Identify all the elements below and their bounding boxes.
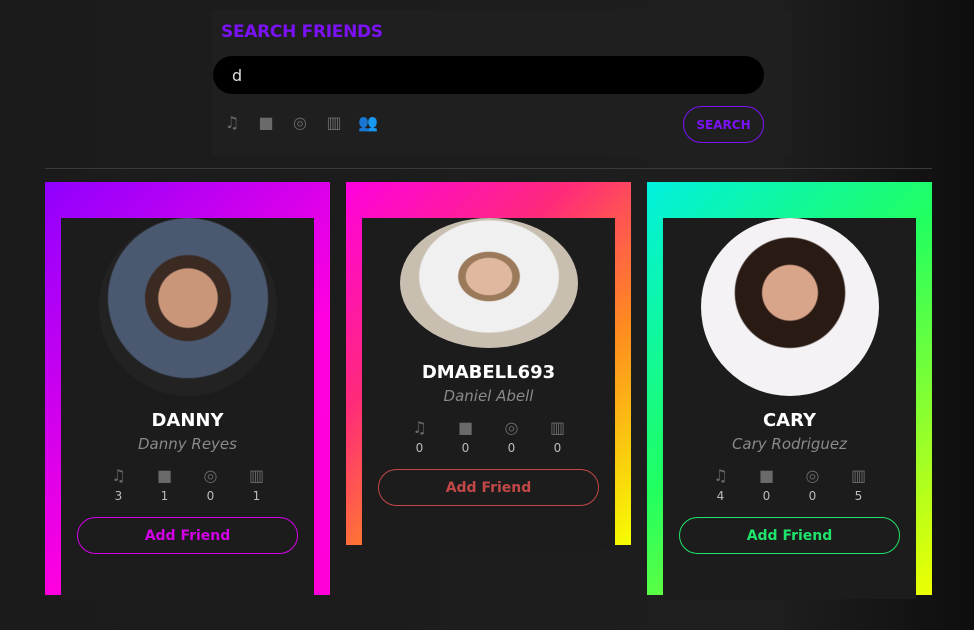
book-icon[interactable]: ▥ [324, 114, 344, 132]
friend-card: DANNY Danny Reyes ♫ 3 ■ 1 ◎ 0 ▥ 1 Add Friend [45, 182, 330, 599]
video-icon: ■ [156, 466, 173, 485]
video-count: 1 [160, 489, 169, 503]
username: DMABELL693 [421, 362, 556, 383]
friend-card: CARY Cary Rodriguez ♫ 4 ■ 0 ◎ 0 ▥ 5 Add Frie… [647, 182, 932, 599]
games-count: 0 [507, 441, 516, 455]
avatar [700, 218, 879, 396]
music-icon: ♫ [111, 466, 126, 485]
filter-icons: ♫ ■ ◎ ▥ 👥 [222, 114, 378, 132]
gamepad-icon[interactable]: ◎ [290, 114, 310, 132]
books-count: 1 [252, 489, 261, 503]
games-count: 0 [206, 489, 215, 503]
video-count: 0 [762, 489, 771, 503]
search-panel: SEARCH FRIENDS ♫ ■ ◎ ▥ 👥 SEARCH [212, 10, 792, 155]
full-name: Danny Reyes [138, 435, 237, 453]
full-name: Cary Rodriguez [731, 435, 848, 453]
search-button[interactable]: SEARCH [683, 106, 764, 143]
search-input[interactable] [213, 56, 764, 94]
add-friend-button[interactable]: Add Friend [378, 469, 599, 506]
search-title: SEARCH FRIENDS [221, 22, 383, 42]
gamepad-icon: ◎ [203, 466, 218, 485]
username: CARY [762, 410, 817, 431]
users-icon[interactable]: 👥 [358, 114, 378, 132]
gamepad-icon: ◎ [504, 418, 519, 437]
avatar [399, 218, 578, 348]
video-count: 0 [461, 441, 470, 455]
divider [45, 168, 932, 169]
video-icon: ■ [758, 466, 775, 485]
avatar [98, 218, 277, 396]
username: DANNY [151, 410, 224, 431]
full-name: Daniel Abell [443, 387, 534, 405]
music-icon: ♫ [412, 418, 427, 437]
games-count: 0 [808, 489, 817, 503]
video-icon: ■ [457, 418, 474, 437]
books-count: 5 [854, 489, 863, 503]
music-count: 4 [716, 489, 725, 503]
video-icon[interactable]: ■ [256, 114, 276, 132]
music-icon: ♫ [713, 466, 728, 485]
music-count: 0 [415, 441, 424, 455]
book-icon: ▥ [850, 466, 867, 485]
gamepad-icon: ◎ [805, 466, 820, 485]
add-friend-button[interactable]: Add Friend [77, 517, 298, 554]
books-count: 0 [553, 441, 562, 455]
book-icon: ▥ [549, 418, 566, 437]
book-icon: ▥ [248, 466, 265, 485]
music-count: 3 [114, 489, 123, 503]
music-icon[interactable]: ♫ [222, 114, 242, 132]
add-friend-button[interactable]: Add Friend [679, 517, 900, 554]
friend-card: DMABELL693 Daniel Abell ♫ 0 ■ 0 ◎ 0 ▥ 0 Add … [346, 182, 631, 549]
